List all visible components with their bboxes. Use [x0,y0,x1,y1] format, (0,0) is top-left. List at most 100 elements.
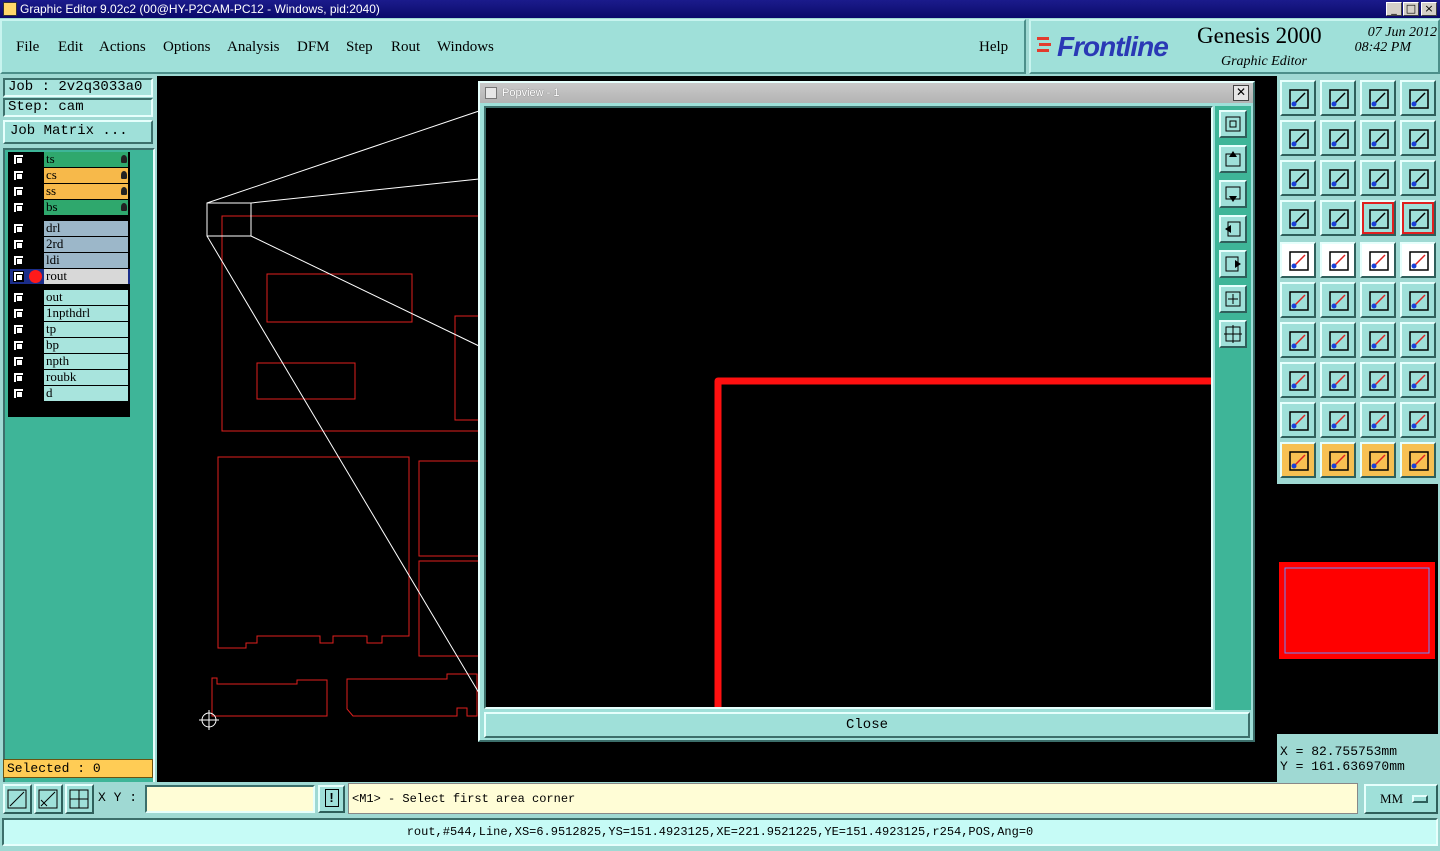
layer-checkbox[interactable] [13,170,24,181]
layer-row-ldi[interactable]: ldi [10,253,130,268]
layer-checkbox[interactable] [13,223,24,234]
layer-row-out[interactable]: out [10,290,130,305]
popview-close-button[interactable]: Close [484,712,1250,738]
layer-row-rout[interactable]: rout [10,269,130,284]
message-button[interactable]: ! [318,785,345,813]
menu-actions[interactable]: Actions [99,39,146,56]
layer-row-bp[interactable]: bp [10,338,130,353]
layer-checkbox[interactable] [13,372,24,383]
fit-up-icon[interactable] [1280,80,1316,116]
layer-checkbox[interactable] [13,271,24,282]
zoom-in-icon[interactable] [1219,285,1247,313]
zoom-fit-icon[interactable] [1219,110,1247,138]
close-window-button[interactable]: × [1421,2,1437,16]
layer-checkbox[interactable] [13,324,24,335]
layer-row-npth[interactable]: npth [10,354,130,369]
mirror-icon[interactable] [1400,120,1436,156]
layer-row-bs[interactable]: bs [10,200,130,215]
pan-up-icon[interactable] [1219,145,1247,173]
pad-icon[interactable] [1400,242,1436,278]
pad-add-icon[interactable] [1280,362,1316,398]
line-add-icon[interactable] [1360,282,1396,318]
layer-row-drl[interactable]: drl [10,221,130,236]
layer-row-1npthdrl[interactable]: 1npthdrl [10,306,130,321]
help-icon[interactable] [1400,160,1436,196]
select-cross-icon[interactable] [1320,242,1356,278]
menu-options[interactable]: Options [163,39,211,56]
pointer-icon[interactable] [1280,442,1316,478]
layers-red2-icon[interactable] [1400,200,1436,236]
layer-row-roubk[interactable]: roubk [10,370,130,385]
move-right-icon[interactable] [1320,120,1356,156]
home-icon[interactable] [1360,80,1396,116]
snap-icon[interactable] [3,784,32,814]
rotate-icon[interactable] [1360,120,1396,156]
menu-file[interactable]: File [16,39,39,56]
triangle-b-icon[interactable] [1360,402,1396,438]
snap-settings-icon[interactable] [1280,200,1316,236]
menu-rout[interactable]: Rout [391,39,420,56]
fit-down-icon[interactable] [1320,80,1356,116]
menu-dfm[interactable]: DFM [297,39,330,56]
shapes-icon[interactable] [1400,362,1436,398]
layer-checkbox[interactable] [13,154,24,165]
xy-input[interactable] [145,785,315,813]
route-icon[interactable] [1400,442,1436,478]
intersect-icon[interactable] [1320,282,1356,318]
menu-windows[interactable]: Windows [437,39,494,56]
zoom-all-icon[interactable] [1280,160,1316,196]
layer-checkbox[interactable] [13,356,24,367]
layer-checkbox[interactable] [13,292,24,303]
select-feature-icon[interactable] [1280,242,1316,278]
layer-checkbox[interactable] [13,340,24,351]
pan-right-icon[interactable] [1219,250,1247,278]
triangle-icon[interactable] [1280,402,1316,438]
layer-row-2rd[interactable]: 2rd [10,237,130,252]
triangle-c-icon[interactable] [1400,402,1436,438]
layer-row-cs[interactable]: cs [10,168,130,183]
text-icon[interactable] [1400,322,1436,358]
popview-canvas[interactable] [484,106,1213,709]
maximize-button[interactable]: □ [1403,2,1419,16]
line-icon[interactable] [1320,322,1356,358]
popview-close-x-button[interactable]: ✕ [1233,85,1249,101]
pointer-diamond-icon[interactable] [1360,442,1396,478]
overview-map[interactable] [1277,484,1438,734]
layer-checkbox[interactable] [13,308,24,319]
angle-icon[interactable] [1280,322,1316,358]
units-selector[interactable]: MM [1364,784,1438,814]
arc-icon[interactable] [1360,322,1396,358]
layers-red-icon[interactable] [1360,200,1396,236]
layer-row-ts[interactable]: ts [10,152,130,167]
menu-step[interactable]: Step [346,39,373,56]
menu-help[interactable]: Help [979,39,1008,56]
probe-icon[interactable] [1320,200,1356,236]
grid-icon[interactable] [65,784,94,814]
layer-checkbox[interactable] [13,239,24,250]
minimize-button[interactable]: _ [1386,2,1402,16]
split-icon[interactable] [1320,362,1356,398]
layer-checkbox[interactable] [13,388,24,399]
measure-icon[interactable] [34,784,63,814]
resize-icon[interactable] [1360,362,1396,398]
net-icon[interactable] [1280,282,1316,318]
menu-analysis[interactable]: Analysis [227,39,280,56]
zoom-out-icon[interactable] [1219,320,1247,348]
layer-checkbox[interactable] [13,186,24,197]
menu-edit[interactable]: Edit [58,39,83,56]
job-matrix-button[interactable]: Job Matrix ... [3,120,153,144]
scale-icon[interactable] [1360,160,1396,196]
line-add2-icon[interactable] [1400,282,1436,318]
layer-row-ss[interactable]: ss [10,184,130,199]
triangle-a-icon[interactable] [1320,402,1356,438]
pan-left-icon[interactable] [1219,215,1247,243]
pointer-box-icon[interactable] [1320,442,1356,478]
layer-row-tp[interactable]: tp [10,322,130,337]
move-left-icon[interactable] [1280,120,1316,156]
zoom-center-icon[interactable] [1320,160,1356,196]
layer-checkbox[interactable] [13,202,24,213]
layer-checkbox[interactable] [13,255,24,266]
ruler-icon[interactable] [1360,242,1396,278]
layer-row-d[interactable]: d [10,386,130,401]
pan-down-icon[interactable] [1219,180,1247,208]
